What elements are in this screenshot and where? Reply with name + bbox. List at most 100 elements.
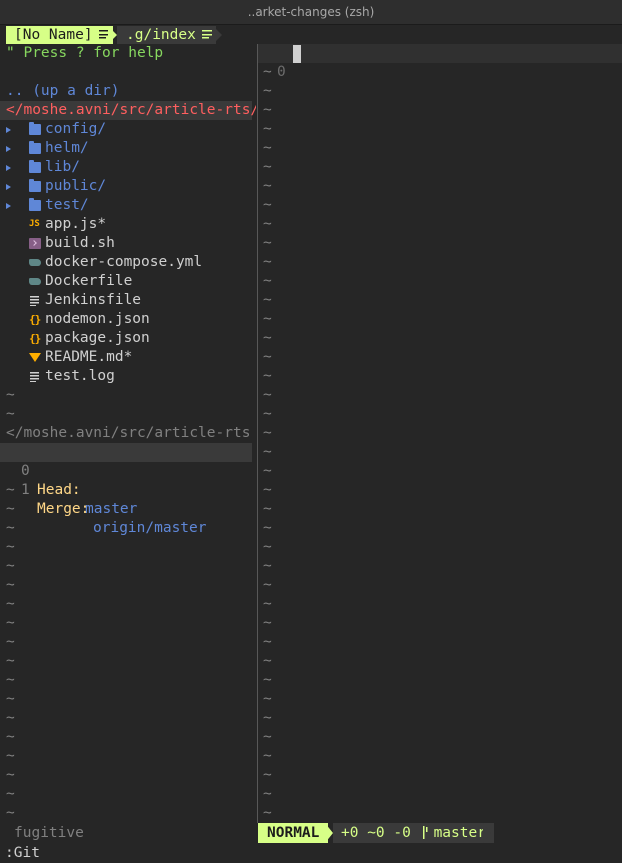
up-dir-link[interactable]: .. (up a dir): [6, 82, 120, 101]
tree-item-label: Dockerfile: [45, 273, 133, 289]
tree-item-label: test.log: [45, 368, 115, 384]
tree-item-test-log[interactable]: test.log: [0, 367, 256, 386]
editor-line[interactable]: 0: [258, 44, 622, 80]
empty-line-marker: ~: [6, 786, 15, 802]
command-line[interactable]: :Git: [5, 843, 40, 863]
empty-line-marker: ~: [6, 520, 15, 536]
tree-item-dockerfile[interactable]: Dockerfile: [0, 272, 256, 291]
nerdtree-pane[interactable]: " Press ? for help .. (up a dir) </moshe…: [0, 44, 256, 823]
git-status-line-merge[interactable]: 1 Merge: origin/master: [0, 462, 252, 536]
empty-line-marker: ~: [6, 387, 15, 403]
branch-name: master: [433, 825, 486, 841]
shell-icon: [29, 238, 41, 249]
expand-arrow-icon[interactable]: [6, 146, 11, 152]
tabline: [No Name] .g/index: [0, 25, 622, 44]
empty-line-marker: ~: [263, 197, 272, 213]
expand-arrow-icon[interactable]: [6, 184, 11, 190]
empty-line-marker: ~: [263, 596, 272, 612]
expand-arrow-icon[interactable]: [6, 165, 11, 171]
statusline: fugitive NORMAL +0 ~0 -0 master: [0, 823, 622, 843]
tree-item-build-sh[interactable]: build.sh: [0, 234, 256, 253]
empty-line-marker: ~: [6, 710, 15, 726]
empty-line-marker: ~: [263, 672, 272, 688]
tree-item-label: Jenkinsfile: [45, 292, 142, 308]
status-separator: [483, 823, 491, 843]
empty-line-marker: ~: [6, 406, 15, 422]
empty-line-marker: ~: [263, 691, 272, 707]
tree-item-test[interactable]: test/: [0, 196, 256, 215]
empty-line-marker: ~: [263, 748, 272, 764]
git-line-number: 1: [21, 482, 30, 498]
empty-line-marker: ~: [263, 64, 272, 80]
tab-no-name[interactable]: [No Name]: [6, 26, 113, 44]
tree-item-label: app.js*: [45, 216, 107, 232]
empty-line-marker: ~: [263, 615, 272, 631]
tree-item-app-js[interactable]: JS app.js*: [0, 215, 256, 234]
empty-line-marker: ~: [263, 501, 272, 517]
tree-item-docker-compose[interactable]: docker-compose.yml: [0, 253, 256, 272]
tree-item-config[interactable]: config/: [0, 120, 256, 139]
folder-icon: [29, 179, 41, 192]
tree-item-package-json[interactable]: {} package.json: [0, 329, 256, 348]
tree-item-label: helm/: [45, 140, 89, 156]
empty-line-marker: ~: [263, 311, 272, 327]
empty-line-marker: ~: [6, 767, 15, 783]
git-key-head: Head:: [37, 482, 81, 498]
empty-line-marker: ~: [263, 178, 272, 194]
empty-line-marker: ~: [263, 216, 272, 232]
editor-pane[interactable]: 0 ~ ~ ~ ~ ~ ~ ~ ~ ~ ~ ~ ~ ~ ~ ~ ~ ~ ~ ~ ~ ~ ~ ~ ~ ~ ~ ~ ~ ~ ~ ~ ~ ~ ~ ~ ~ ~ ~…: [258, 44, 622, 823]
docker-icon: [29, 259, 41, 266]
status-filetype: fugitive: [14, 825, 84, 841]
empty-line-marker: ~: [263, 273, 272, 289]
json-icon: {}: [29, 313, 41, 326]
tree-item-helm[interactable]: helm/: [0, 139, 256, 158]
tree-item-label: lib/: [45, 159, 80, 175]
expand-arrow-icon[interactable]: [6, 127, 11, 133]
empty-line-marker: ~: [263, 558, 272, 574]
empty-line-marker: ~: [263, 235, 272, 251]
empty-line-marker: ~: [263, 729, 272, 745]
empty-line-marker: ~: [263, 710, 272, 726]
empty-line-marker: ~: [6, 653, 15, 669]
folder-icon: [29, 198, 41, 211]
folder-icon: [29, 141, 41, 154]
empty-line-marker: ~: [263, 387, 272, 403]
help-hint: " Press ? for help: [6, 45, 164, 61]
tree-item-nodemon-json[interactable]: {} nodemon.json: [0, 310, 256, 329]
tree-item-lib[interactable]: lib/: [0, 158, 256, 177]
lines-icon: [201, 30, 212, 39]
expand-arrow-icon[interactable]: [6, 203, 11, 209]
git-status-line-head[interactable]: 0 Head: master: [0, 443, 252, 517]
current-directory[interactable]: </moshe.avni/src/article-rts/: [0, 101, 256, 120]
empty-line-marker: ~: [263, 634, 272, 650]
empty-line-marker: ~: [6, 539, 15, 555]
empty-line-marker: ~: [263, 330, 272, 346]
empty-line-marker: ~: [6, 634, 15, 650]
empty-line-marker: ~: [263, 159, 272, 175]
tree-item-label: build.sh: [45, 235, 115, 251]
empty-line-marker: ~: [263, 406, 272, 422]
tab-separator: [213, 26, 222, 44]
empty-line-marker: ~: [263, 786, 272, 802]
tree-item-jenkinsfile[interactable]: Jenkinsfile: [0, 291, 256, 310]
empty-line-marker: ~: [6, 615, 15, 631]
git-value-head: master: [85, 501, 138, 517]
empty-line-marker: ~: [263, 121, 272, 137]
empty-line-marker: ~: [6, 805, 15, 821]
empty-line-marker: ~: [263, 539, 272, 555]
empty-line-marker: ~: [6, 596, 15, 612]
tab-git-index[interactable]: .g/index: [117, 26, 216, 44]
document-icon: [29, 295, 41, 306]
tab-separator: [108, 26, 117, 44]
text-cursor: [293, 45, 301, 63]
empty-line-marker: ~: [6, 577, 15, 593]
status-separator: [325, 823, 333, 843]
folder-icon: [29, 122, 41, 135]
empty-line-marker: ~: [263, 83, 272, 99]
tree-item-label: config/: [45, 121, 107, 137]
tree-item-readme[interactable]: README.md*: [0, 348, 256, 367]
tree-item-public[interactable]: public/: [0, 177, 256, 196]
tree-item-label: public/: [45, 178, 107, 194]
empty-line-marker: ~: [6, 672, 15, 688]
empty-line-marker: ~: [6, 691, 15, 707]
